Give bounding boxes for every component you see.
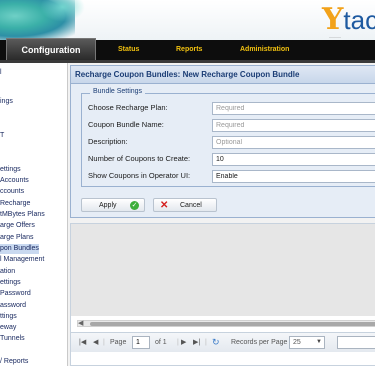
logo-text: tac [343,5,375,35]
logo: Y tac [322,3,375,37]
top-nav: Configuration Status Reports Administrat… [0,38,375,60]
sidebar-item[interactable]: ings [0,97,13,107]
description-input[interactable] [212,136,375,149]
tab-status[interactable]: Status [118,40,139,60]
field-label: Choose Recharge Plan: [88,103,168,112]
bundle-name-input[interactable] [212,119,375,132]
tab-administration[interactable]: Administration [240,40,289,60]
sidebar-item[interactable]: Password [0,289,31,299]
chevron-down-icon: ▼ [316,339,322,345]
pager-separator: | [205,339,207,346]
main-content: Recharge Coupon Bundles: New Recharge Co… [68,63,375,366]
scroll-left-icon[interactable]: ◀ [78,319,83,327]
pagination-bar: |◀ ◀ | Page of 1 | ▶ ▶| | ↻ Records per … [71,332,375,352]
scrollbar-thumb[interactable] [90,322,375,326]
refresh-icon[interactable]: ↻ [212,337,220,347]
sidebar-item[interactable]: tMBytes Plans [0,210,45,220]
next-page-icon[interactable]: ▶ [181,338,186,348]
sidebar-item[interactable]: ccounts [0,187,24,197]
check-icon: ✓ [130,201,139,210]
sidebar-item[interactable]: ation [0,267,15,277]
panel-title: Recharge Coupon Bundles: New Recharge Co… [71,66,375,84]
prev-page-icon[interactable]: ◀ [93,338,98,348]
sidebar-item[interactable]: assword [0,301,26,311]
page-number-input[interactable] [132,336,150,349]
field-label: Show Coupons in Operator UI: [88,171,191,180]
sidebar-item[interactable]: ettings [0,278,21,288]
close-icon: ✕ [160,200,169,211]
logo-y: Y [322,2,344,37]
apply-button[interactable]: Apply ✓ [81,198,145,212]
sidebar-item[interactable]: arge Offers [0,221,35,231]
logo-tagline: ——— [329,34,341,39]
records-per-page-label: Records per Page [231,339,288,346]
button-bar: Apply ✓ ✕ Cancel [81,197,375,213]
pager-separator: | [177,339,179,346]
records-per-page-select[interactable]: 25 ▼ [289,336,325,349]
data-grid: ◀ |◀ ◀ | Page of 1 | ▶ ▶| | ↻ Records pe… [70,223,375,366]
sidebar-item[interactable]: ettings [0,165,21,175]
sidebar-item[interactable]: ttings [0,312,17,322]
form-panel: Recharge Coupon Bundles: New Recharge Co… [70,65,375,218]
recharge-plan-select[interactable] [212,102,375,115]
pager-info-box [337,336,375,349]
apply-label: Apply [99,202,117,209]
operator-ui-select[interactable] [212,170,375,183]
bundle-settings-fieldset: Bundle Settings Choose Recharge Plan: Co… [81,88,375,187]
page-label: Page [110,339,127,346]
field-label: Number of Coupons to Create: [88,154,191,163]
field-label: Coupon Bundle Name: [88,120,164,129]
fieldset-legend: Bundle Settings [90,88,146,95]
coupon-count-input[interactable] [212,153,375,166]
last-page-icon[interactable]: ▶| [193,338,200,348]
page-count-label: of 1 [155,339,167,346]
first-page-icon[interactable]: |◀ [79,338,86,348]
sidebar-item-coupon-bundles[interactable]: pon Bundles [0,244,39,254]
cancel-label: Cancel [180,202,202,209]
sidebar-item[interactable]: l Management [0,255,44,265]
sidebar: l ings T ettings Accounts ccounts Rechar… [0,63,68,366]
field-label: Description: [88,137,128,146]
header-artwork-highlight [40,0,85,22]
tab-configuration[interactable]: Configuration [6,38,96,60]
sidebar-item[interactable]: arge Plans [0,233,33,243]
sidebar-item[interactable]: T [0,131,4,141]
sidebar-item[interactable]: Tunnels [0,334,25,344]
cancel-button[interactable]: ✕ Cancel [153,198,217,212]
grid-body [71,224,375,316]
sidebar-item[interactable]: eway [0,323,16,333]
sidebar-item[interactable]: Accounts [0,176,29,186]
tab-reports[interactable]: Reports [176,40,202,60]
horizontal-scrollbar[interactable]: ◀ [77,320,375,327]
records-per-page-value: 25 [293,339,301,346]
sidebar-item[interactable]: / Reports [0,357,28,366]
sidebar-item[interactable]: l [0,68,2,78]
sidebar-item[interactable]: Recharge [0,199,30,209]
pager-separator: | [103,339,105,346]
app-header: Y tac ——— [0,0,375,40]
